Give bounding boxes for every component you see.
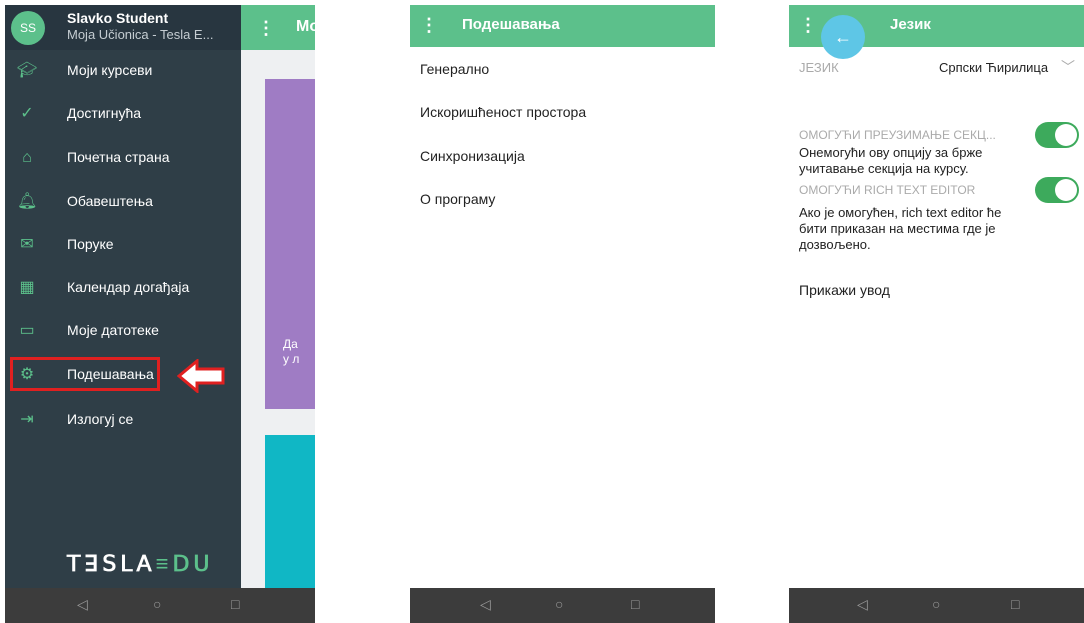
course-card[interactable] [265,435,315,588]
download-sections-title: ОМОГУЋИ ПРЕУЗИМАЊЕ СЕКЦ... [799,128,996,142]
more-options-icon[interactable]: ⋮ [799,16,817,34]
settings-item-general[interactable]: Генерално [420,61,489,77]
page-title: Језик [890,16,931,33]
menu-item-achievements[interactable]: ✓ Достигнућа [5,99,241,129]
envelope-icon: ✉ [20,236,34,253]
avatar: SS [11,11,45,45]
home-nav-icon[interactable]: ○ [153,596,161,612]
course-card[interactable]: Да у л [265,79,315,409]
back-button[interactable]: ← [821,15,865,59]
back-nav-icon[interactable]: ◁ [480,596,491,613]
menu-item-label: Обавештења [67,193,153,209]
navigation-drawer: SS Slavko Student Moja Učionica - Tesla … [5,5,241,588]
back-nav-icon[interactable]: ◁ [77,596,88,613]
android-nav-bar: ◁ ○ □ [410,588,715,623]
top-bar: ⋮ Подешавања [410,5,715,47]
show-intro-item[interactable]: Прикажи увод [799,282,890,298]
more-options-icon[interactable]: ⋮ [420,16,438,34]
pointer-arrow-icon [177,359,225,393]
menu-item-label: Достигнућа [67,105,142,121]
page-title: Подешавања [462,16,560,33]
menu-item-label: Моје датотеке [67,322,159,338]
recents-nav-icon[interactable]: □ [1011,596,1019,612]
site-name: Moja Učionica - Tesla E... [67,27,214,42]
arrow-left-icon: ← [834,27,852,47]
recents-nav-icon[interactable]: □ [231,596,239,612]
user-header[interactable]: SS Slavko Student Moja Učionica - Tesla … [5,5,241,50]
folder-icon: ▭ [19,322,35,339]
menu-item-calendar[interactable]: ▦ Календар догађаја [5,273,241,303]
rich-text-editor-toggle[interactable] [1035,177,1079,203]
menu-item-label: Поруке [67,236,114,252]
rich-text-editor-description: Ако је омогућен, rich text editor ће бит… [799,205,1002,252]
phone-settings: ⋮ Подешавања Генерално Искоришћеност про… [410,5,715,623]
menu-item-label: Излогуј се [67,411,134,427]
calendar-icon: ▦ [19,279,35,296]
rich-text-editor-title: ОМОГУЋИ RICH TEXT EDITOR [799,183,976,197]
language-label: ЈЕЗИК [799,60,839,75]
menu-item-my-courses[interactable]: 🎓︎ Моји курсеви [5,56,241,86]
download-sections-description: Онемогући ову опцију за брже учитавање с… [799,145,983,176]
menu-item-my-files[interactable]: ▭ Моје датотеке [5,316,241,346]
settings-item-sync[interactable]: Синхронизација [420,148,525,164]
menu-item-label: Почетна страна [67,149,170,165]
phone-language-settings: ⋮ Језик ← ЈЕЗИК Српски Ћирилица ﹀ ОМОГУЋ… [789,5,1084,623]
checkmark-icon: ✓ [20,105,34,122]
logout-icon: ⇥ [20,411,34,428]
android-nav-bar: ◁ ○ □ [5,588,315,623]
tesla-edu-logo: ꓔꓱꓢꓡꓮ≡ꓓꓴ [67,551,214,576]
top-bar: ⋮ Мо [241,5,315,50]
android-nav-bar: ◁ ○ □ [789,588,1084,623]
courses-icon: 🎓︎ [17,62,38,79]
recents-nav-icon[interactable]: □ [631,596,639,612]
course-card-text: Да [283,337,298,351]
phone-navigation-drawer: ⋮ Мо Да у л SS Slavko Student Moja Učion… [5,5,315,623]
home-nav-icon[interactable]: ○ [555,596,563,612]
home-nav-icon[interactable]: ○ [932,596,940,612]
bell-icon: 🔔︎ [17,193,38,210]
main-content-behind-drawer: ⋮ Мо Да у л [241,5,315,588]
user-name: Slavko Student [67,10,169,26]
settings-item-space-usage[interactable]: Искоришћеност простора [420,104,586,120]
page-title: Мо [296,18,315,35]
menu-item-messages[interactable]: ✉ Поруке [5,230,241,260]
home-cap-icon: ⌂ [22,149,32,166]
menu-item-notifications[interactable]: 🔔︎ Обавештења [5,187,241,217]
menu-item-label: Моји курсеви [67,62,153,78]
language-select[interactable]: Српски Ћирилица [939,60,1048,75]
more-options-icon[interactable]: ⋮ [257,19,275,37]
chevron-down-icon[interactable]: ﹀ [1061,57,1075,77]
menu-item-logout[interactable]: ⇥ Излогуј се [5,405,241,435]
course-card-text: у л [283,352,300,366]
menu-item-label: Календар догађаја [67,279,190,295]
download-sections-toggle[interactable] [1035,122,1079,148]
back-nav-icon[interactable]: ◁ [857,596,868,613]
settings-item-about[interactable]: О програму [420,191,495,207]
settings-highlight-box [10,357,160,391]
menu-item-home[interactable]: ⌂ Почетна страна [5,143,241,173]
